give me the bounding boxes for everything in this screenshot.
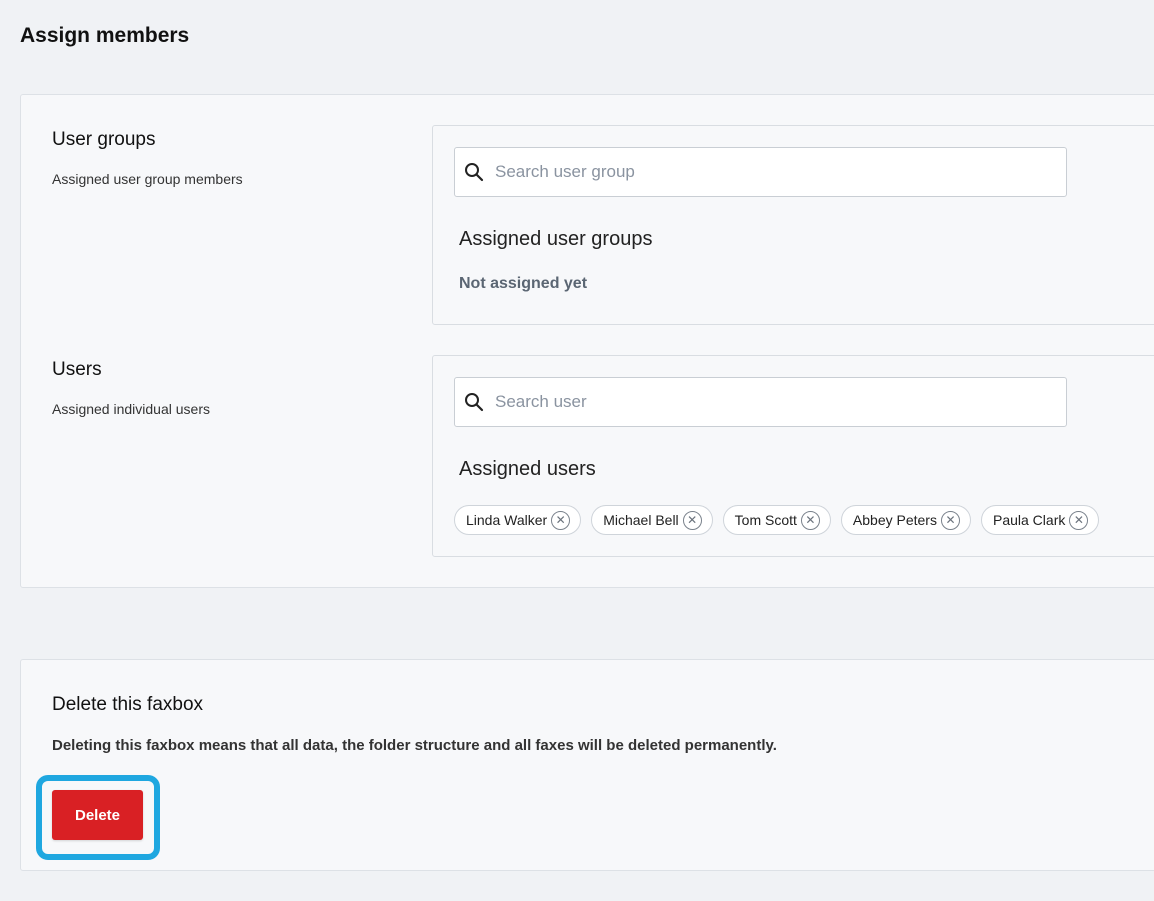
user-chip: Abbey Peters ✕ <box>840 505 971 535</box>
user-chip-label: Linda Walker <box>466 512 548 528</box>
user-groups-subtitle: Assigned user group members <box>52 171 243 187</box>
users-subtitle: Assigned individual users <box>52 401 210 417</box>
close-circle-icon[interactable]: ✕ <box>551 510 571 530</box>
assigned-users-list: Linda Walker ✕ Michael Bell ✕ Tom Scott … <box>454 505 1100 535</box>
user-group-search-box[interactable] <box>454 147 1067 197</box>
assign-members-card: User groups Assigned user group members … <box>20 94 1154 588</box>
user-chip: Michael Bell ✕ <box>591 505 713 535</box>
delete-faxbox-card: Delete this faxbox Deleting this faxbox … <box>20 659 1154 871</box>
user-groups-panel: Assigned user groups Not assigned yet <box>432 125 1154 325</box>
user-chip: Linda Walker ✕ <box>454 505 582 535</box>
page: Assign members User groups Assigned user… <box>0 0 1154 901</box>
user-chip: Paula Clark ✕ <box>980 505 1100 535</box>
user-search-box[interactable] <box>454 377 1067 427</box>
search-icon <box>463 391 485 413</box>
delete-faxbox-description: Deleting this faxbox means that all data… <box>52 737 777 754</box>
users-panel: Assigned users Linda Walker ✕ Michael Be… <box>432 355 1154 557</box>
user-groups-empty-text: Not assigned yet <box>459 275 588 292</box>
user-chip-label: Paula Clark <box>992 512 1066 528</box>
delete-button[interactable]: Delete <box>52 790 143 840</box>
user-groups-title: User groups <box>52 129 156 150</box>
delete-faxbox-title: Delete this faxbox <box>52 694 204 715</box>
user-chip-label: Tom Scott <box>734 512 797 528</box>
user-chip-label: Michael Bell <box>603 512 679 528</box>
search-icon <box>463 161 485 183</box>
user-chip-label: Abbey Peters <box>852 512 937 528</box>
user-search-input[interactable] <box>495 392 1055 412</box>
users-title: Users <box>52 359 102 380</box>
close-circle-icon[interactable]: ✕ <box>1069 510 1089 530</box>
close-circle-icon[interactable]: ✕ <box>940 510 960 530</box>
assigned-users-heading: Assigned users <box>459 458 596 480</box>
close-circle-icon[interactable]: ✕ <box>682 510 702 530</box>
page-title: Assign members <box>20 24 190 47</box>
assigned-user-groups-heading: Assigned user groups <box>459 228 653 250</box>
close-circle-icon[interactable]: ✕ <box>800 510 820 530</box>
user-chip: Tom Scott ✕ <box>722 505 831 535</box>
user-group-search-input[interactable] <box>495 162 1055 182</box>
